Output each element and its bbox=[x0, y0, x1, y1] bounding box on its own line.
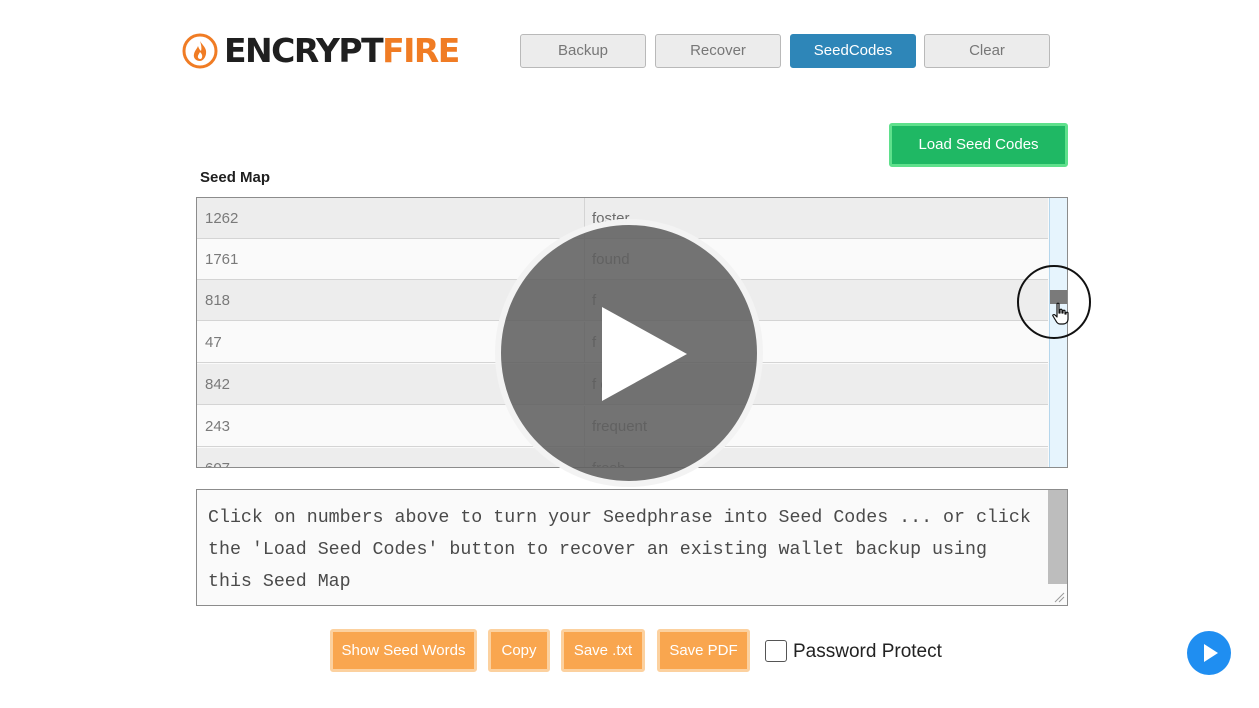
seed-map-scrollbar-thumb[interactable] bbox=[1050, 290, 1067, 304]
load-seed-codes-button[interactable]: Load Seed Codes bbox=[889, 123, 1068, 167]
copy-button[interactable]: Copy bbox=[488, 629, 550, 672]
seed-map-label: Seed Map bbox=[200, 169, 271, 186]
save-pdf-button[interactable]: Save PDF bbox=[657, 629, 750, 672]
floating-play-button[interactable] bbox=[1187, 631, 1231, 675]
brand-logo: ENCRYPTFIRE bbox=[182, 30, 460, 72]
video-play-overlay[interactable] bbox=[495, 219, 763, 487]
seed-codes-textarea[interactable]: Click on numbers above to turn your Seed… bbox=[196, 489, 1068, 606]
seed-codes-text[interactable]: Click on numbers above to turn your Seed… bbox=[208, 502, 1038, 598]
play-icon bbox=[602, 307, 687, 401]
save-txt-button[interactable]: Save .txt bbox=[561, 629, 645, 672]
brand-word-1: ENCRYPT bbox=[224, 31, 384, 70]
resize-grip-icon[interactable] bbox=[1053, 591, 1065, 603]
flame-icon bbox=[182, 33, 218, 69]
password-protect-label[interactable]: Password Protect bbox=[793, 640, 942, 664]
nav-recover-button[interactable]: Recover bbox=[655, 34, 781, 68]
nav-seedcodes-button[interactable]: SeedCodes bbox=[790, 34, 916, 68]
textarea-scrollbar[interactable] bbox=[1048, 490, 1067, 584]
brand-word-2: FIRE bbox=[382, 31, 460, 70]
password-protect-checkbox[interactable] bbox=[765, 640, 787, 662]
show-seed-words-button[interactable]: Show Seed Words bbox=[330, 629, 477, 672]
play-icon bbox=[1204, 644, 1218, 662]
nav-backup-button[interactable]: Backup bbox=[520, 34, 646, 68]
brand-name: ENCRYPTFIRE bbox=[224, 30, 460, 72]
seed-map-scrollbar[interactable] bbox=[1049, 198, 1067, 467]
nav-clear-button[interactable]: Clear bbox=[924, 34, 1050, 68]
